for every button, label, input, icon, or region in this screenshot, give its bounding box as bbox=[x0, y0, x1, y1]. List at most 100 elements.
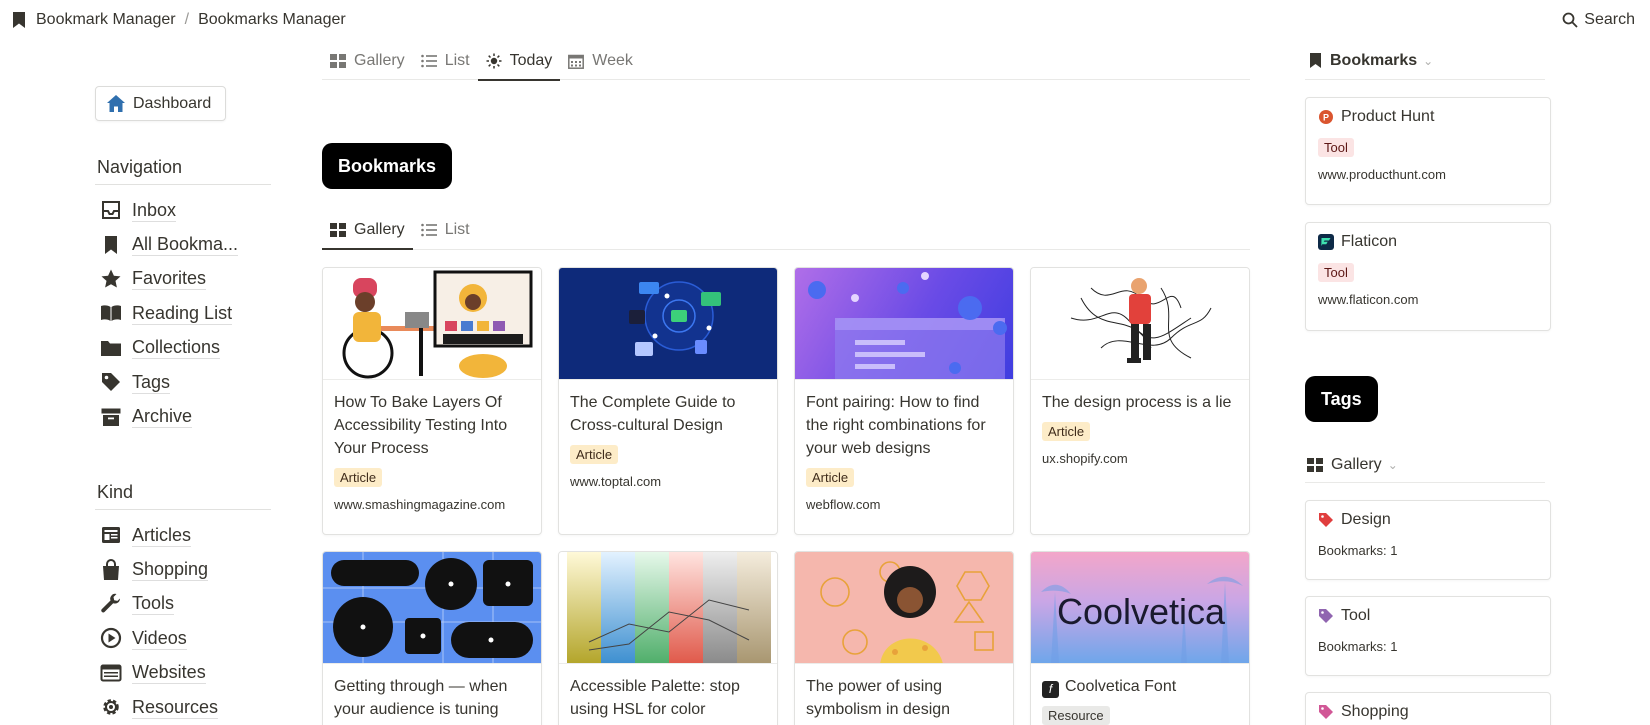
card-tag: Resource bbox=[1042, 706, 1110, 725]
sidebar-item-videos[interactable]: Videos bbox=[95, 621, 271, 655]
sidebar-item-tags[interactable]: Tags bbox=[95, 365, 271, 399]
bookmark-card[interactable]: The power of using symbolism in design bbox=[794, 551, 1014, 725]
card-tag: Article bbox=[806, 468, 855, 487]
bookmark-url: www.producthunt.com bbox=[1318, 167, 1446, 182]
card-url: www.smashingmagazine.com bbox=[334, 497, 506, 512]
tab-label: List bbox=[444, 221, 470, 238]
tag-title: Shopping bbox=[1341, 703, 1409, 720]
sidebar-item-label: Inbox bbox=[132, 199, 177, 222]
sidebar-item-label: Shopping bbox=[132, 559, 209, 582]
book-icon bbox=[101, 305, 121, 322]
sidebar-item-shopping[interactable]: Shopping bbox=[95, 552, 271, 586]
card-thumbnail bbox=[323, 268, 541, 380]
view-tabs: Gallery List Today Week bbox=[322, 42, 1250, 81]
bookmark-title: Flaticon bbox=[1341, 233, 1398, 250]
search-label: Search bbox=[1584, 11, 1635, 28]
bookmark-icon bbox=[1310, 53, 1321, 68]
sidebar-item-label: Tags bbox=[132, 371, 171, 394]
card-thumbnail bbox=[795, 552, 1013, 664]
sidebar-item-tools[interactable]: Tools bbox=[95, 587, 271, 621]
sidebar-item-articles[interactable]: Articles bbox=[95, 518, 271, 552]
bookmarks-heading: Bookmarks bbox=[322, 143, 453, 189]
search-button[interactable]: Search bbox=[1562, 11, 1635, 29]
navigation-section: Navigation Inbox All Bookma... Favorites… bbox=[95, 149, 271, 434]
card-thumbnail bbox=[1031, 268, 1249, 380]
sidebar-item-label: Tools bbox=[132, 593, 175, 616]
bookmark-card[interactable]: How To Bake Layers Of Accessibility Test… bbox=[322, 267, 542, 535]
sidebar-item-favorites[interactable]: Favorites bbox=[95, 262, 271, 296]
card-thumbnail bbox=[559, 268, 777, 380]
sidebar-item-all-bookmarks[interactable]: All Bookma... bbox=[95, 227, 271, 261]
sidebar-item-label: All Bookma... bbox=[132, 234, 239, 257]
bookmark-card[interactable]: Getting through — when your audience is … bbox=[322, 551, 542, 725]
bookmark-card[interactable]: Flaticon Tool www.flaticon.com bbox=[1305, 222, 1551, 331]
tag-icon bbox=[1319, 609, 1333, 623]
tab-list[interactable]: List bbox=[413, 42, 478, 80]
sidebar-item-resources[interactable]: Resources bbox=[95, 690, 271, 724]
kind-section: Kind Articles Shopping Tools Videos Webs… bbox=[95, 474, 271, 724]
inbox-icon bbox=[102, 201, 120, 220]
card-url: webflow.com bbox=[806, 497, 881, 512]
bookmark-card[interactable]: Font pairing: How to find the right comb… bbox=[794, 267, 1014, 535]
tab-label: Today bbox=[509, 52, 553, 69]
card-title-text: Coolvetica Font bbox=[1065, 678, 1177, 695]
tag-card[interactable]: Shopping bbox=[1305, 692, 1551, 725]
breadcrumb-root[interactable]: Bookmark Manager bbox=[36, 11, 176, 29]
bookmark-title: Product Hunt bbox=[1341, 108, 1435, 125]
card-title: f Coolvetica Font bbox=[1042, 675, 1238, 698]
coolvetica-wordmark: Coolvetica bbox=[1057, 591, 1226, 632]
dashboard-button[interactable]: Dashboard bbox=[95, 86, 227, 121]
calendar-icon bbox=[568, 54, 585, 69]
tab-list[interactable]: List bbox=[413, 211, 478, 249]
sidebar-item-label: Videos bbox=[132, 627, 187, 650]
list-icon bbox=[420, 223, 437, 237]
tag-title: Tool bbox=[1341, 607, 1371, 624]
tag-icon bbox=[102, 373, 120, 392]
tag-card[interactable]: Design Bookmarks: 1 bbox=[1305, 500, 1551, 580]
list-icon bbox=[420, 54, 437, 68]
gallery-icon bbox=[330, 54, 346, 68]
search-icon bbox=[1562, 12, 1578, 28]
bookmark-card[interactable]: Accessible Palette: stop using HSL for c… bbox=[558, 551, 778, 725]
card-title: Accessible Palette: stop using HSL for c… bbox=[570, 678, 740, 718]
breadcrumb: Bookmark Manager / Bookmarks Manager bbox=[12, 11, 346, 29]
tab-week[interactable]: Week bbox=[560, 42, 641, 80]
bookmark-card[interactable]: Coolvetica f Coolvetica Font Resource bbox=[1030, 551, 1250, 725]
product-hunt-icon: P bbox=[1319, 110, 1333, 124]
bookmark-card[interactable]: P Product Hunt Tool www.producthunt.com bbox=[1305, 97, 1551, 205]
tab-label: List bbox=[444, 52, 470, 69]
bookmark-icon bbox=[105, 235, 117, 254]
sidebar-item-inbox[interactable]: Inbox bbox=[95, 193, 271, 227]
tab-label: Week bbox=[592, 52, 633, 69]
tab-label: Gallery bbox=[354, 221, 405, 238]
chevron-down-icon: ⌄ bbox=[1423, 53, 1434, 68]
bookmark-url: www.flaticon.com bbox=[1318, 292, 1419, 307]
card-tag: Article bbox=[570, 445, 619, 464]
breadcrumb-current[interactable]: Bookmarks Manager bbox=[198, 11, 346, 29]
card-title: The power of using symbolism in design bbox=[806, 678, 951, 718]
flaticon-icon bbox=[1318, 234, 1334, 250]
bookmarks-view-selector[interactable]: Bookmarks ⌄ bbox=[1305, 42, 1545, 80]
tab-gallery[interactable]: Gallery bbox=[322, 211, 413, 250]
tab-today[interactable]: Today bbox=[477, 42, 561, 81]
newspaper-icon bbox=[102, 527, 120, 544]
sidebar-item-collections[interactable]: Collections bbox=[95, 331, 271, 365]
card-tag: Article bbox=[334, 468, 383, 487]
sun-icon bbox=[486, 53, 502, 69]
navigation-title: Navigation bbox=[95, 149, 271, 185]
tab-gallery[interactable]: Gallery bbox=[322, 42, 413, 80]
bookmarks-view-tabs: Gallery List bbox=[322, 211, 1250, 250]
folder-icon bbox=[101, 340, 121, 356]
card-title: Font pairing: How to find the right comb… bbox=[806, 394, 986, 457]
breadcrumb-separator: / bbox=[184, 11, 190, 28]
card-title: Getting through — when your audience is … bbox=[334, 678, 508, 718]
bookmark-card[interactable]: The Complete Guide to Cross-cultural Des… bbox=[558, 267, 778, 535]
sidebar-item-websites[interactable]: Websites bbox=[95, 656, 271, 690]
sidebar-item-reading-list[interactable]: Reading List bbox=[95, 296, 271, 330]
bookmark-card[interactable]: The design process is a lie Article ux.s… bbox=[1030, 267, 1250, 535]
tags-view-label: Gallery bbox=[1331, 456, 1382, 473]
sidebar-item-archive[interactable]: Archive bbox=[95, 399, 271, 433]
tag-card[interactable]: Tool Bookmarks: 1 bbox=[1305, 596, 1551, 676]
sidebar-item-label: Favorites bbox=[132, 268, 207, 291]
tags-view-selector[interactable]: Gallery ⌄ bbox=[1305, 448, 1545, 483]
